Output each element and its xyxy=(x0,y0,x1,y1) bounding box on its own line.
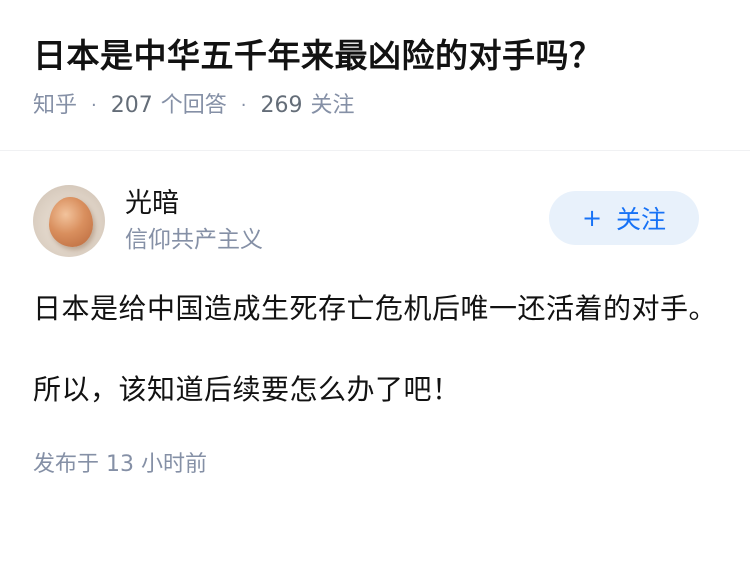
meta-separator: · xyxy=(91,95,97,116)
meta-separator: · xyxy=(240,95,247,116)
author-row: 光暗 信仰共产主义 + 关注 xyxy=(33,183,717,259)
answer-count-label: 个回答 xyxy=(160,93,227,118)
source-label[interactable]: 知乎 xyxy=(33,91,77,121)
follow-count-label: 关注 xyxy=(310,93,355,118)
plus-icon: + xyxy=(581,204,603,232)
question-title[interactable]: 日本是中华五千年来最凶险的对手吗？ xyxy=(33,34,718,78)
answer-card: 光暗 信仰共产主义 + 关注 日本是给中国造成生死存亡危机后唯一还活着的对手。 … xyxy=(0,151,750,480)
answer-body: 日本是给中国造成生死存亡危机后唯一还活着的对手。 所以，该知道后续要怎么办了吧！ xyxy=(33,286,717,412)
answer-count: 207 xyxy=(110,93,153,118)
answer-paragraph: 日本是给中国造成生死存亡危机后唯一还活着的对手。 xyxy=(33,292,718,325)
follow-count: 269 xyxy=(260,93,303,118)
author-name[interactable]: 光暗 xyxy=(125,186,263,222)
answer-paragraph: 所以，该知道后续要怎么办了吧！ xyxy=(33,373,461,406)
follow-button-label: 关注 xyxy=(616,205,667,234)
author-bio: 信仰共产主义 xyxy=(125,227,263,253)
question-meta: 知乎 · 207 个回答 · 269 关注 xyxy=(33,91,718,121)
egg-avatar-icon xyxy=(49,197,93,247)
author-info: 光暗 信仰共产主义 xyxy=(125,186,263,256)
publish-time: 发布于 13 小时前 xyxy=(33,452,207,477)
follow-button[interactable]: + 关注 xyxy=(549,191,699,245)
question-header: 日本是中华五千年来最凶险的对手吗？ 知乎 · 207 个回答 · 269 关注 xyxy=(0,0,750,151)
zhihu-answer-page: 日本是中华五千年来最凶险的对手吗？ 知乎 · 207 个回答 · 269 关注 … xyxy=(0,0,750,570)
avatar[interactable] xyxy=(33,185,105,257)
